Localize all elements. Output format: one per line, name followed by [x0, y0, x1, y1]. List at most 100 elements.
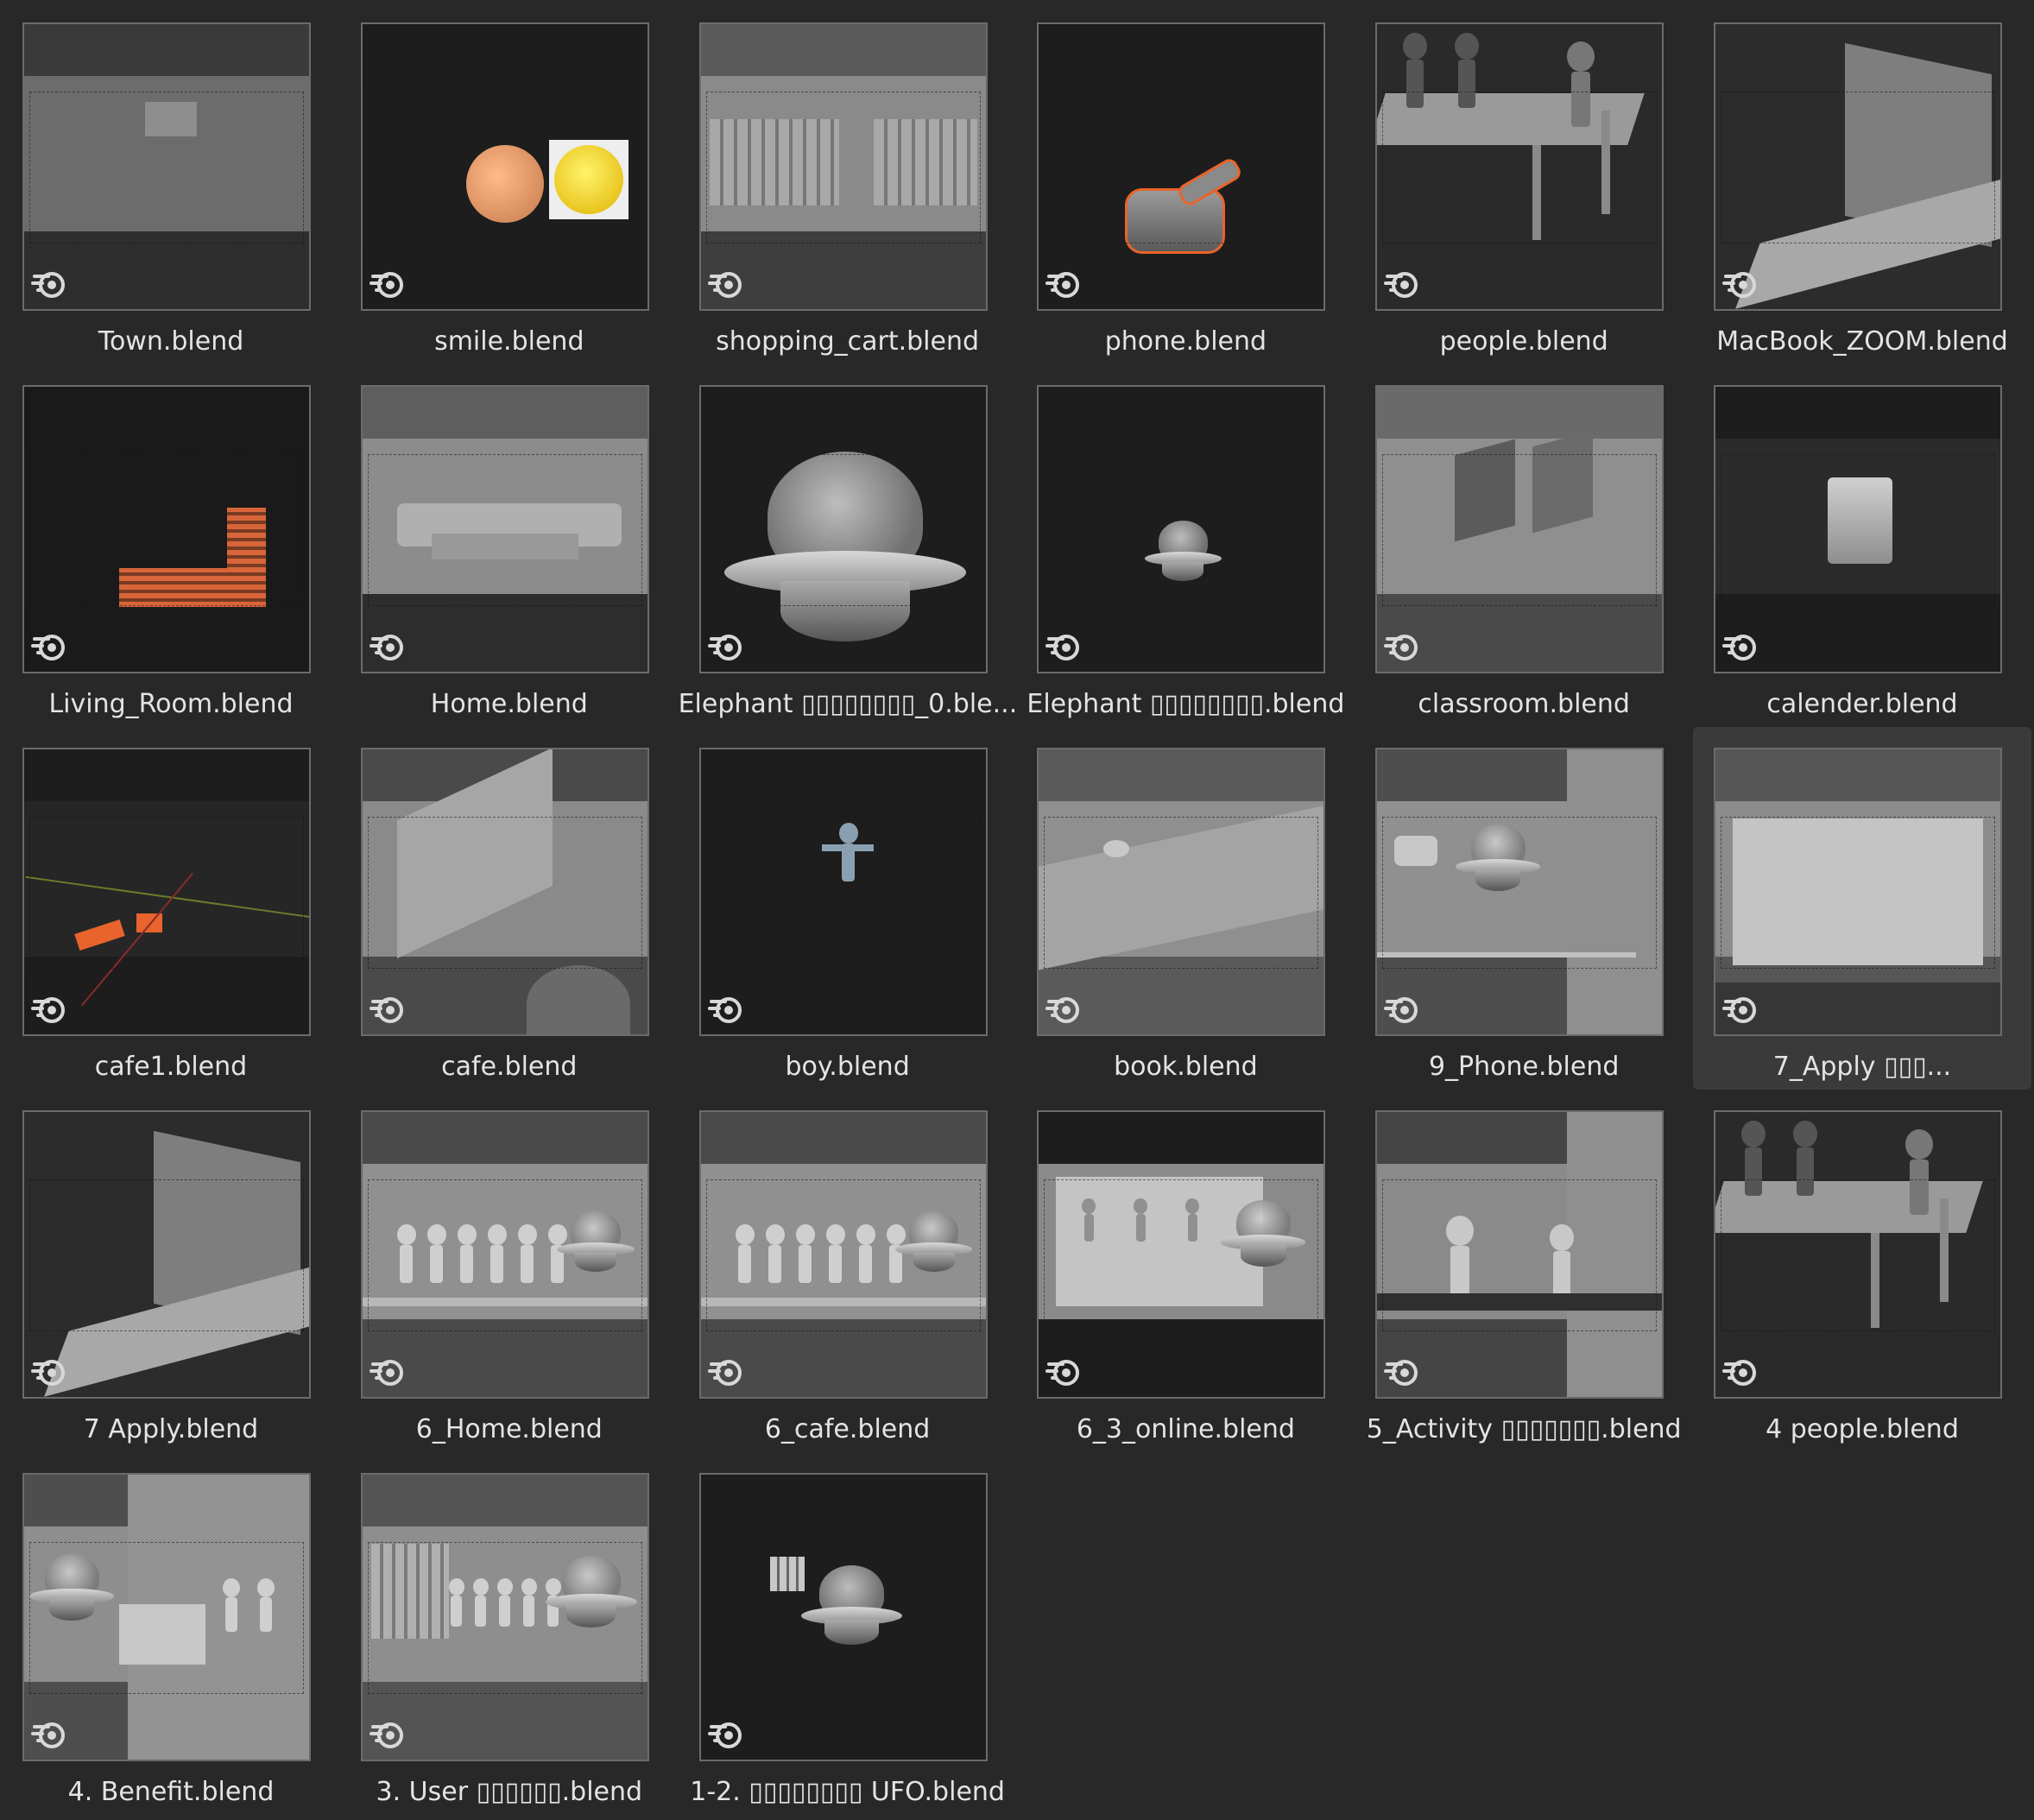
blender-file-icon — [1045, 1360, 1080, 1386]
blender-file-icon — [1384, 272, 1418, 298]
file-tile[interactable]: Town.blend — [2, 2, 340, 364]
file-thumbnail[interactable] — [1375, 385, 1664, 673]
file-tile[interactable]: 4 people.blend — [1693, 1090, 2031, 1452]
blender-file-icon — [1722, 1360, 1756, 1386]
file-tile[interactable]: boy.blend — [679, 727, 1017, 1090]
file-name-label: phone.blend — [1104, 326, 1267, 357]
file-tile[interactable]: 3. User ▯▯▯▯▯▯.blend — [340, 1452, 679, 1815]
camera-frame — [1721, 817, 1995, 969]
file-thumbnail[interactable] — [1375, 22, 1664, 311]
file-name-label: Home.blend — [430, 689, 588, 719]
file-name-label: book.blend — [1114, 1052, 1258, 1082]
shape — [1793, 1121, 1817, 1147]
file-thumbnail[interactable] — [22, 1110, 311, 1399]
file-tile[interactable]: 7 Apply.blend — [2, 1090, 340, 1452]
file-tile[interactable]: Elephant ▯▯▯▯▯▯▯▯_0.ble... — [679, 364, 1017, 727]
file-name-label: smile.blend — [434, 326, 584, 357]
file-thumbnail[interactable] — [1375, 1110, 1664, 1399]
file-tile[interactable]: shopping_cart.blend — [679, 2, 1017, 364]
file-name-label: people.blend — [1439, 326, 1608, 357]
camera-frame — [705, 817, 981, 969]
file-name-label: cafe1.blend — [94, 1052, 248, 1082]
file-thumbnail[interactable] — [698, 748, 988, 1036]
camera-frame — [29, 454, 304, 606]
file-thumbnail[interactable] — [1037, 385, 1326, 673]
camera-frame — [29, 817, 304, 969]
file-tile[interactable]: MacBook_ZOOM.blend — [1693, 2, 2031, 364]
camera-frame — [705, 92, 981, 243]
blender-file-icon — [31, 997, 65, 1023]
file-tile[interactable]: 4. Benefit.blend — [2, 1452, 340, 1815]
blender-file-icon — [1722, 635, 1756, 660]
blender-file-icon — [1045, 997, 1080, 1023]
file-thumbnail[interactable] — [1714, 385, 2002, 673]
camera-frame — [1382, 92, 1658, 243]
file-name-label: boy.blend — [785, 1052, 910, 1082]
file-thumbnail[interactable] — [360, 1110, 649, 1399]
file-tile[interactable]: cafe.blend — [340, 727, 679, 1090]
shape — [1455, 33, 1480, 60]
file-name-label: 6_Home.blend — [415, 1414, 603, 1444]
file-tile[interactable]: 9_Phone.blend — [1355, 727, 1693, 1090]
file-tile[interactable]: cafe1.blend — [2, 727, 340, 1090]
file-tile[interactable]: calender.blend — [1693, 364, 2031, 727]
file-name-label: cafe.blend — [441, 1052, 578, 1082]
file-tile[interactable]: 5_Activity ▯▯▯▯▯▯▯.blend — [1355, 1090, 1693, 1452]
camera-frame — [1382, 817, 1658, 969]
camera-frame — [1721, 1179, 1995, 1331]
file-thumbnail[interactable] — [1375, 748, 1664, 1036]
camera-frame — [1721, 454, 1995, 606]
file-tile[interactable]: Elephant ▯▯▯▯▯▯▯▯.blend — [1016, 364, 1355, 727]
file-thumbnail[interactable] — [698, 1473, 988, 1761]
file-tile[interactable]: people.blend — [1355, 2, 1693, 364]
file-thumbnail[interactable] — [1714, 1110, 2002, 1399]
file-name-label: classroom.blend — [1418, 689, 1630, 719]
file-tile[interactable]: 1-2. ▯▯▯▯▯▯▯▯ UFO.blend — [679, 1452, 1017, 1815]
file-thumbnail[interactable] — [1037, 1110, 1326, 1399]
file-name-label: Town.blend — [98, 326, 244, 357]
file-thumbnail[interactable] — [360, 1473, 649, 1761]
file-thumbnail[interactable] — [360, 385, 649, 673]
file-tile[interactable]: phone.blend — [1016, 2, 1355, 364]
file-thumbnail[interactable] — [22, 22, 311, 311]
camera-frame — [29, 1179, 304, 1331]
file-name-label: 7_Apply ▯▯▯... — [1772, 1052, 1952, 1082]
file-name-label: 9_Phone.blend — [1428, 1052, 1620, 1082]
file-thumbnail[interactable] — [698, 1110, 988, 1399]
camera-frame — [705, 1179, 981, 1331]
file-thumbnail[interactable] — [22, 385, 311, 673]
camera-frame — [367, 817, 642, 969]
file-tile[interactable]: Home.blend — [340, 364, 679, 727]
file-tile[interactable]: Living_Room.blend — [2, 364, 340, 727]
file-name-label: calender.blend — [1766, 689, 1958, 719]
file-thumbnail[interactable] — [698, 385, 988, 673]
file-thumbnail[interactable] — [360, 22, 649, 311]
file-thumbnail[interactable] — [1714, 22, 2002, 311]
file-name-label: 5_Activity ▯▯▯▯▯▯▯.blend — [1366, 1414, 1682, 1444]
blender-file-icon — [369, 635, 403, 660]
camera-frame — [1044, 454, 1319, 606]
file-name-label: 6_cafe.blend — [764, 1414, 931, 1444]
file-thumbnail[interactable] — [1037, 748, 1326, 1036]
file-tile[interactable]: smile.blend — [340, 2, 679, 364]
blender-file-icon — [707, 1360, 742, 1386]
file-tile[interactable]: classroom.blend — [1355, 364, 1693, 727]
file-tile[interactable]: book.blend — [1016, 727, 1355, 1090]
file-tile[interactable]: 7_Apply ▯▯▯... — [1693, 727, 2031, 1090]
file-thumbnail[interactable] — [1037, 22, 1326, 311]
file-tile[interactable]: 6_cafe.blend — [679, 1090, 1017, 1452]
camera-frame — [29, 1542, 304, 1694]
file-tile[interactable]: 6_Home.blend — [340, 1090, 679, 1452]
blender-file-icon — [1045, 635, 1080, 660]
file-tile[interactable]: 6_3_online.blend — [1016, 1090, 1355, 1452]
blender-file-icon — [369, 997, 403, 1023]
blender-file-icon — [31, 272, 65, 298]
file-thumbnail[interactable] — [1714, 748, 2002, 1036]
blender-file-icon — [1384, 635, 1418, 660]
file-thumbnail[interactable] — [22, 1473, 311, 1761]
file-thumbnail[interactable] — [22, 748, 311, 1036]
file-name-label: Elephant ▯▯▯▯▯▯▯▯_0.ble... — [678, 689, 1017, 719]
file-thumbnail[interactable] — [360, 748, 649, 1036]
file-thumbnail[interactable] — [698, 22, 988, 311]
file-name-label: 4. Benefit.blend — [67, 1777, 275, 1807]
